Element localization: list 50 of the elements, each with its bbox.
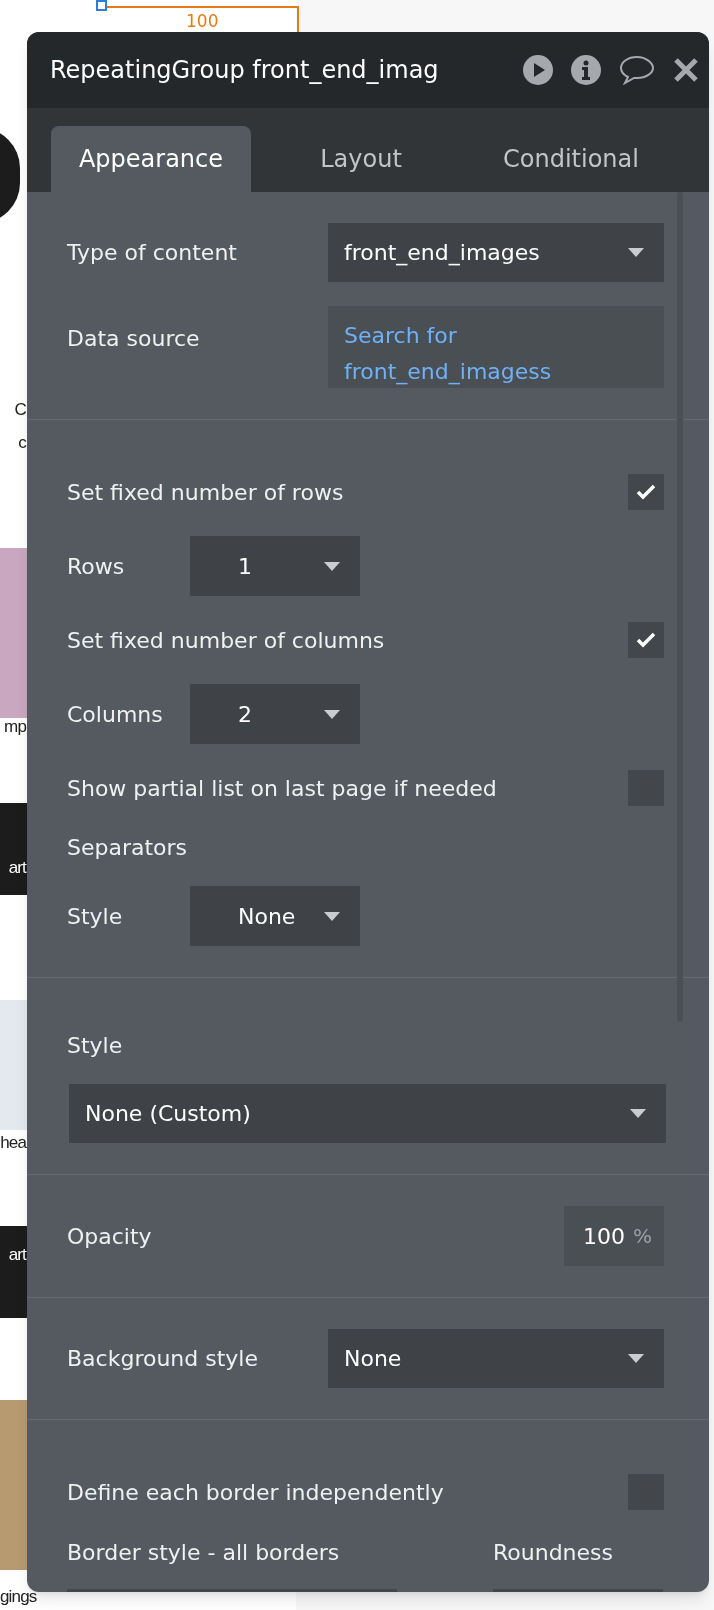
- window-title: RepeatingGroup front_end_imag: [50, 55, 440, 86]
- close-icon[interactable]: [673, 57, 699, 83]
- caret-icon: [324, 709, 340, 719]
- percent-sign: %: [633, 1223, 652, 1250]
- field-label: Opacity: [67, 1222, 152, 1251]
- dropdown[interactable]: 1: [190, 536, 360, 596]
- field-label: Show partial list on last page if needed: [67, 774, 497, 803]
- ruler-value: 100: [186, 13, 219, 30]
- dropdown[interactable]: None: [190, 886, 360, 946]
- info-icon[interactable]: [571, 55, 601, 85]
- data-source-field[interactable]: Search for front_end_imagess: [328, 306, 664, 388]
- dropdown[interactable]: None: [328, 1329, 664, 1388]
- field-label: Roundness: [493, 1539, 613, 1567]
- dropdown[interactable]: None (Custom): [69, 1084, 666, 1143]
- caret-icon: [628, 248, 644, 257]
- caret-icon: [628, 1354, 644, 1363]
- tab[interactable]: Layout: [261, 126, 461, 192]
- cut-off-text: hea: [0, 1134, 26, 1151]
- caret-icon: [630, 1109, 646, 1118]
- field-label: Columns: [67, 701, 163, 727]
- tab[interactable]: Appearance: [51, 126, 251, 192]
- caret-icon: [324, 561, 340, 571]
- tab[interactable]: Conditional: [471, 126, 671, 192]
- cut-off-text: gings: [0, 1588, 37, 1605]
- field-label: Rows: [67, 553, 125, 579]
- field-label: Style: [67, 903, 123, 929]
- field-label: Set fixed number of rows: [67, 478, 344, 507]
- field-label: Background style: [67, 1345, 258, 1373]
- field-label: Set fixed number of columns: [67, 626, 385, 655]
- checkbox[interactable]: [628, 474, 664, 510]
- opacity-field[interactable]: 100 %: [564, 1206, 664, 1266]
- check-icon: [636, 484, 656, 500]
- checkbox[interactable]: [628, 622, 664, 658]
- cut-off-text: art: [8, 859, 26, 876]
- cut-off-text: c: [18, 434, 26, 451]
- field-label: Separators: [67, 833, 188, 862]
- play-icon[interactable]: [523, 55, 553, 85]
- field-label: Style: [67, 1031, 123, 1060]
- field-label: Border style - all borders: [67, 1540, 340, 1565]
- dropdown[interactable]: front_end_images: [328, 223, 664, 282]
- speech-bubble-icon[interactable]: [619, 55, 655, 85]
- cut-off-text: C: [14, 401, 26, 418]
- field-label: Define each border independently: [67, 1478, 444, 1507]
- cut-off-text: mp: [4, 718, 26, 735]
- caret-icon: [324, 911, 340, 921]
- field-label: Type of content: [67, 239, 237, 267]
- cut-off-text: art: [8, 1246, 26, 1263]
- check-icon: [636, 632, 656, 648]
- dropdown[interactable]: 2: [190, 684, 360, 744]
- field-label: Data source: [67, 326, 200, 351]
